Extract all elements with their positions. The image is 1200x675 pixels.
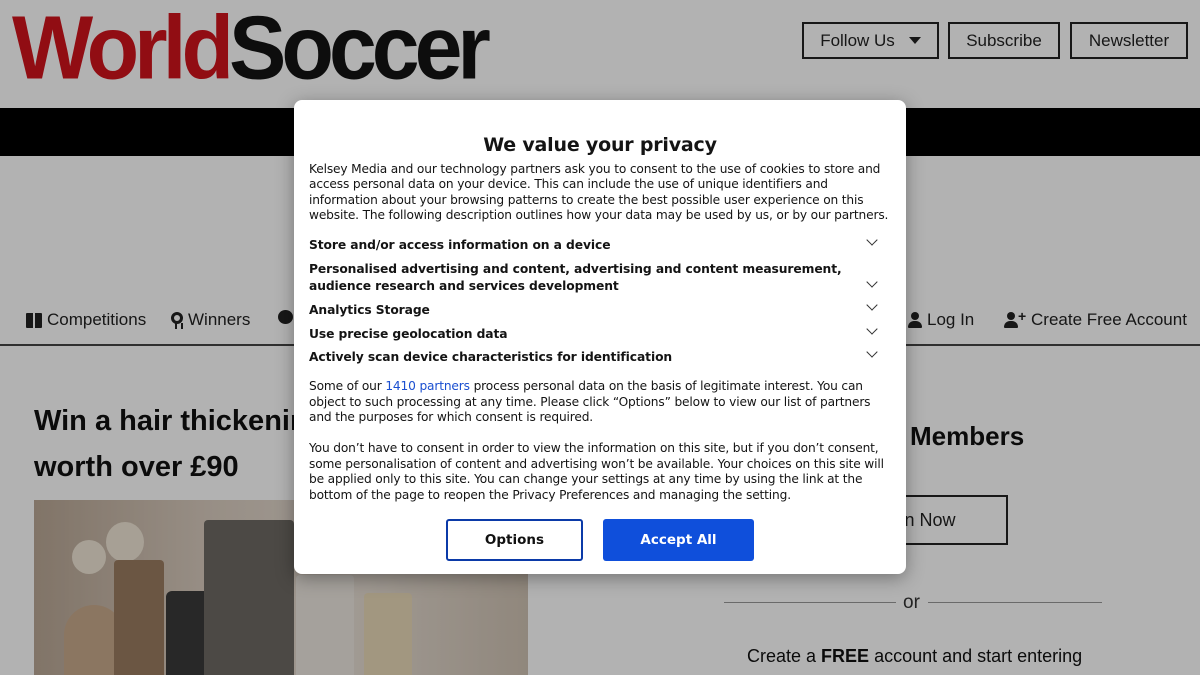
- purpose-item-analytics[interactable]: Analytics Storage: [309, 302, 869, 319]
- purpose-item-geolocation[interactable]: Use precise geolocation data: [309, 326, 869, 343]
- consent-title: We value your privacy: [483, 134, 717, 156]
- options-label: Options: [484, 532, 545, 548]
- accept-all-label: Accept All: [640, 532, 717, 548]
- partners-link[interactable]: 1410 partners: [385, 379, 470, 393]
- purpose-label: Store and/or access information on a dev…: [309, 238, 611, 252]
- legitimate-interest-text: Some of our 1410 partners process person…: [309, 379, 894, 426]
- consent-intro-text: Kelsey Media and our technology partners…: [309, 162, 889, 223]
- purpose-label: Actively scan device characteristics for…: [309, 350, 673, 364]
- options-button[interactable]: Options: [446, 519, 583, 561]
- purpose-item-device-scan[interactable]: Actively scan device characteristics for…: [309, 349, 869, 366]
- no-consent-text: You don’t have to consent in order to vi…: [309, 441, 884, 502]
- privacy-consent-dialog: We value your privacy Kelsey Media and o…: [294, 100, 906, 574]
- legit-text-pre: Some of our: [309, 379, 386, 393]
- purpose-label: Use precise geolocation data: [309, 327, 508, 341]
- purpose-item-storage[interactable]: Store and/or access information on a dev…: [309, 237, 869, 254]
- accept-all-button[interactable]: Accept All: [603, 519, 754, 561]
- purpose-label: Analytics Storage: [309, 303, 430, 317]
- purpose-label: Personalised advertising and content, ad…: [309, 262, 842, 293]
- purpose-item-advertising[interactable]: Personalised advertising and content, ad…: [309, 261, 869, 295]
